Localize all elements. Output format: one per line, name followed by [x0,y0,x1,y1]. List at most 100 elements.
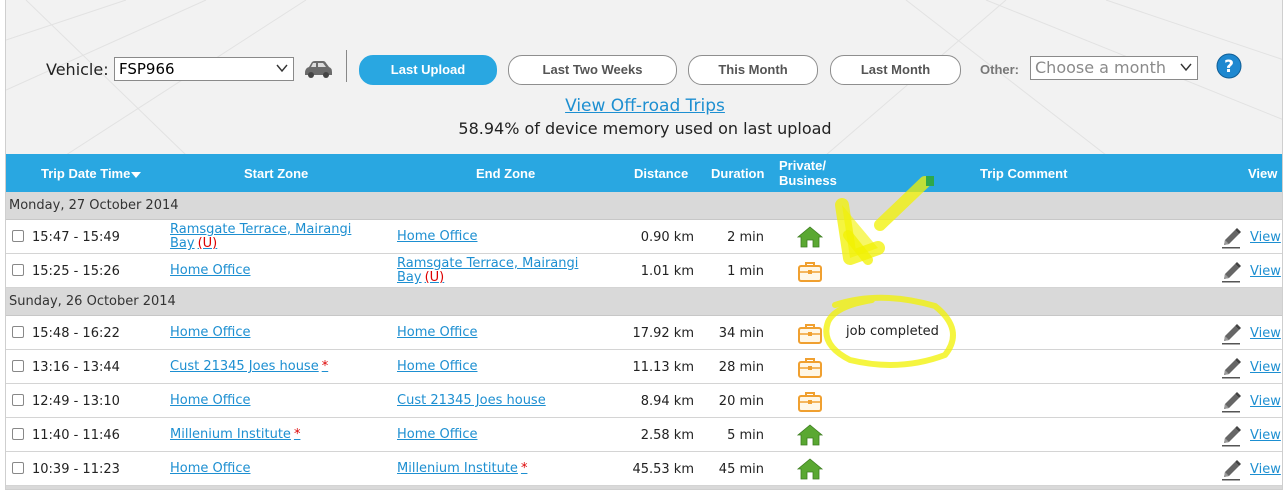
help-icon[interactable]: ? [1216,53,1242,79]
row-checkbox[interactable] [12,394,24,406]
view-link[interactable]: View [1250,360,1281,375]
end-zone: Home Office [397,230,597,244]
header-private-label: Private/ [779,158,826,173]
header-business-label: Business [779,173,837,188]
date-group-header: Sunday, 26 October 2014 [6,288,1282,316]
view-link[interactable]: View [1250,230,1281,245]
start-zone: Home Office [170,264,370,278]
month-select[interactable]: Choose a month [1030,56,1198,80]
end-zone-link[interactable]: Ramsgate Terrace, Mairangi [397,256,578,271]
house-icon[interactable] [796,423,824,447]
header-view: View [1248,166,1278,181]
pencil-icon[interactable] [1220,323,1242,345]
row-checkbox[interactable] [12,230,24,242]
start-zone-link[interactable]: Bay [170,236,195,251]
toolbar-separator [346,50,347,82]
end-zone: Cust 21345 Joes house [397,394,597,408]
end-zone: Home Office [397,360,597,374]
end-zone-link[interactable]: Bay [397,270,422,285]
start-zone-link[interactable]: Home Office [170,393,250,408]
row-checkbox[interactable] [12,264,24,276]
last-two-weeks-button[interactable]: Last Two Weeks [508,55,677,85]
trip-time: 15:25 - 15:26 [32,264,120,279]
vehicle-select[interactable]: FSP966 [114,57,294,81]
row-checkbox[interactable] [12,326,24,338]
table-row: 12:49 - 13:10 Home Office Cust 21345 Joes … [6,384,1282,418]
row-checkbox[interactable] [12,360,24,372]
view-link[interactable]: View [1250,462,1281,477]
memory-usage-text: 58.94% of device memory used on last upl… [458,119,832,138]
end-zone-link[interactable]: Home Office [397,325,477,340]
trip-distance: 2.58 km [640,428,694,443]
header-trip-datetime[interactable]: Trip Date Time [41,166,142,181]
car-icon [305,61,332,78]
table-row: 15:48 - 16:22 Home Office Home Office 17.92… [6,316,1282,350]
trip-distance: 17.92 km [632,326,694,341]
table-row: 15:25 - 15:26 Home Office Ramsgate Terrace… [6,254,1282,288]
house-icon[interactable] [796,457,824,481]
other-label: Other: [980,62,1019,77]
briefcase-icon[interactable] [796,321,824,345]
unverified-marker: (U) [197,236,218,251]
table-row: 11:40 - 11:46 Millenium Institute * Home Of… [6,418,1282,452]
briefcase-icon[interactable] [796,259,824,283]
table-footer-strip [6,486,1282,489]
start-zone: Home Office [170,394,370,408]
row-checkbox[interactable] [12,428,24,440]
header-end-zone: End Zone [476,166,536,181]
trip-duration: 45 min [718,462,764,477]
end-zone-link[interactable]: Home Office [397,359,477,374]
end-zone-link[interactable]: Home Office [397,229,477,244]
trip-time: 10:39 - 11:23 [32,462,120,477]
view-link[interactable]: View [1250,394,1281,409]
end-zone: Ramsgate Terrace, Mairangi Bay (U) [397,257,597,285]
start-zone-link[interactable]: Cust 21345 Joes house [170,359,319,374]
start-zone-link[interactable]: Millenium Institute [170,427,291,442]
end-zone-link[interactable]: Cust 21345 Joes house [397,393,546,408]
last-month-button[interactable]: Last Month [830,55,961,85]
pencil-icon[interactable] [1220,391,1242,413]
offroad-trips-container: View Off-road Trips [6,96,1282,116]
trip-distance: 45.53 km [632,462,694,477]
trip-time: 11:40 - 11:46 [32,428,120,443]
briefcase-icon[interactable] [796,355,824,379]
this-month-button[interactable]: This Month [688,55,818,85]
pencil-icon[interactable] [1220,357,1242,379]
table-row: 10:39 - 11:23 Home Office Millenium Instit… [6,452,1282,486]
briefcase-icon[interactable] [796,389,824,413]
vehicle-select-value: FSP966 [119,60,175,78]
house-icon[interactable] [796,225,824,249]
trip-duration: 5 min [727,428,764,443]
start-zone-link[interactable]: Home Office [170,263,250,278]
end-zone: Home Office [397,326,597,340]
trip-distance: 1.01 km [640,264,694,279]
end-zone: Millenium Institute * [397,462,597,476]
end-zone-link[interactable]: Home Office [397,427,477,442]
trip-time: 12:49 - 13:10 [32,394,120,409]
pencil-icon[interactable] [1220,425,1242,447]
trip-time: 15:47 - 15:49 [32,230,120,245]
view-link[interactable]: View [1250,428,1281,443]
start-zone-link[interactable]: Ramsgate Terrace, Mairangi [170,222,351,237]
trip-duration: 20 min [718,394,764,409]
view-link[interactable]: View [1250,326,1281,341]
trip-comment: job completed [846,324,939,339]
pencil-icon[interactable] [1220,227,1242,249]
pencil-icon[interactable] [1220,459,1242,481]
trip-table-header: Trip Date Time Start Zone End Zone Dista… [6,154,1282,192]
end-zone-link[interactable]: Millenium Institute [397,461,518,476]
svg-text:?: ? [1224,57,1234,77]
header-trip-datetime-label: Trip Date Time [41,166,131,181]
view-offroad-trips-link[interactable]: View Off-road Trips [565,96,725,116]
view-link[interactable]: View [1250,264,1281,279]
last-upload-button[interactable]: Last Upload [359,55,497,85]
header-trip-comment: Trip Comment [980,166,1068,181]
sort-desc-icon [131,171,142,178]
row-checkbox[interactable] [12,462,24,474]
start-zone-link[interactable]: Home Office [170,325,250,340]
trip-duration: 34 min [718,326,764,341]
header-distance: Distance [634,166,689,181]
chevron-down-icon [1180,63,1192,72]
pencil-icon[interactable] [1220,261,1242,283]
start-zone-link[interactable]: Home Office [170,461,250,476]
